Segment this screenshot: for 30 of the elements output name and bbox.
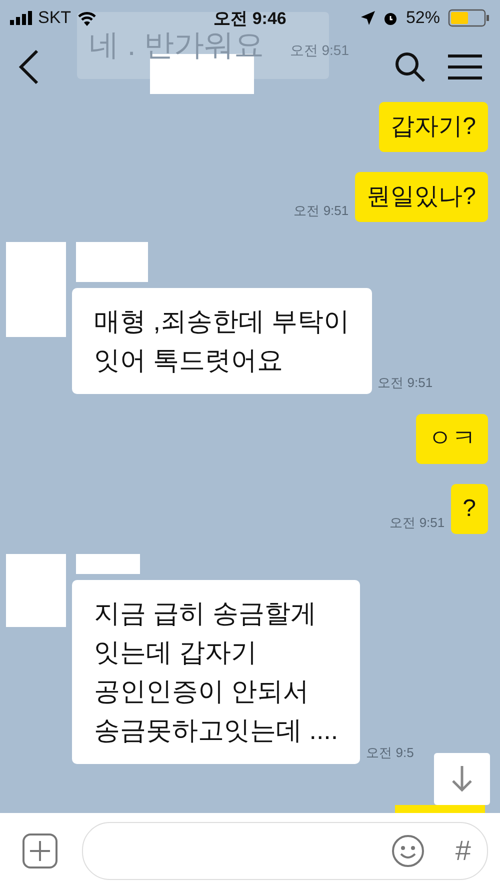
battery-icon xyxy=(448,9,490,27)
signal-icon xyxy=(10,11,32,25)
location-icon xyxy=(360,11,375,25)
plus-icon[interactable] xyxy=(22,832,58,868)
message-time: 오전 9:51 xyxy=(378,374,433,392)
scroll-down-button[interactable] xyxy=(434,753,490,805)
message-time: 오전 9:5 xyxy=(366,744,414,762)
preview-time: 오전 9:51 xyxy=(290,42,349,60)
sent-message: ? xyxy=(450,484,488,534)
hashtag-button[interactable]: # xyxy=(455,834,471,866)
alarm-icon xyxy=(382,10,398,26)
message-time: 오전 9:51 xyxy=(294,202,349,220)
clock: 오전 9:46 xyxy=(212,8,288,30)
menu-icon[interactable] xyxy=(448,53,482,81)
redaction-block xyxy=(76,554,140,574)
message-time: 오전 9:51 xyxy=(390,514,445,532)
back-icon[interactable] xyxy=(18,49,40,85)
received-message: 지금 급히 송금할게 잇는데 갑자기 공인인증이 안되서 송금못하고잇는데 .... xyxy=(72,580,360,764)
wifi-icon xyxy=(77,10,98,26)
sent-message: ㅇㅋ xyxy=(416,414,488,464)
received-message: 매형 ,죄송한데 부탁이 잇어 톡드렷어요 xyxy=(72,288,372,394)
sent-message: 뭔일있나? xyxy=(354,172,488,222)
sent-message: 갑자기? xyxy=(378,102,488,152)
message-input[interactable]: # xyxy=(82,822,488,880)
smiley-icon[interactable] xyxy=(391,834,426,868)
battery-percent: 52% xyxy=(406,8,440,28)
down-arrow-icon xyxy=(452,766,472,792)
redaction-block xyxy=(76,242,148,282)
search-icon[interactable] xyxy=(394,51,426,83)
carrier-name: SKT xyxy=(38,8,72,28)
